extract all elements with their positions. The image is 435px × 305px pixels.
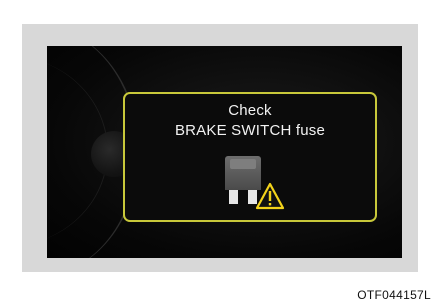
warning-message-panel: Check BRAKE SWITCH fuse bbox=[123, 92, 377, 222]
warning-triangle-icon bbox=[255, 182, 285, 210]
figure-caption: OTF044157L bbox=[357, 288, 431, 302]
warning-title: Check bbox=[228, 102, 272, 119]
fuse-cap bbox=[230, 159, 256, 169]
fuse-leg-left bbox=[229, 190, 238, 204]
warning-detail: BRAKE SWITCH fuse bbox=[174, 122, 326, 139]
